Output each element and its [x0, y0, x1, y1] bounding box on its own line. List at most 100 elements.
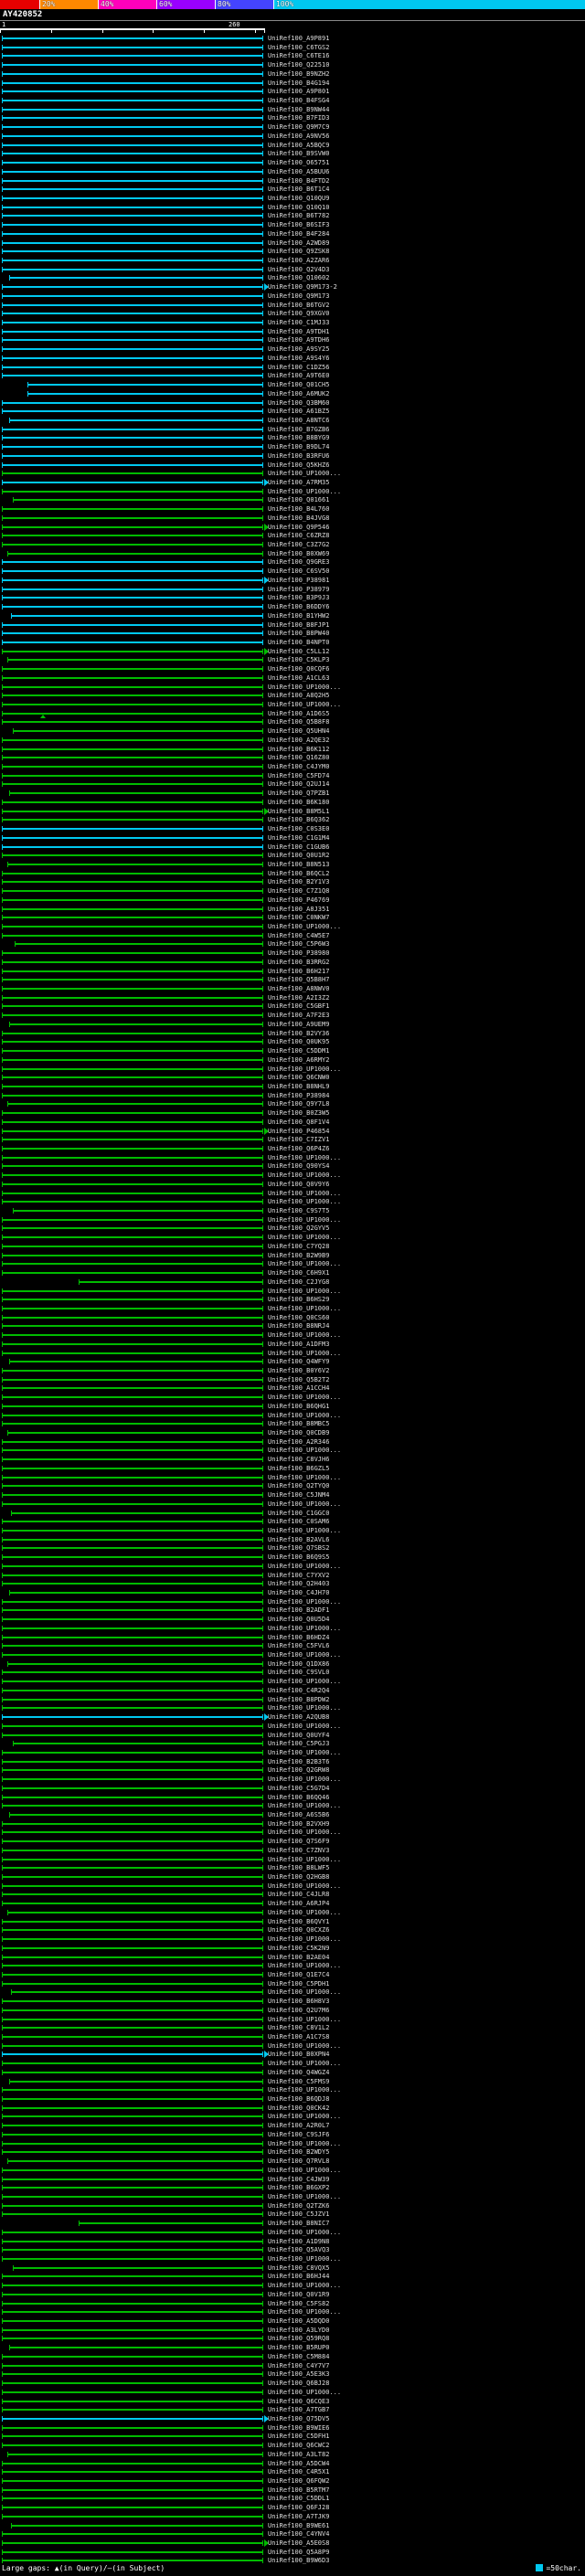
- alignment-row[interactable]: UniRef100_C4JYM0: [0, 762, 585, 771]
- alignment-bar[interactable]: [7, 863, 262, 865]
- hit-label[interactable]: UniRef100_UP1000...: [268, 1393, 341, 1402]
- alignment-bar[interactable]: [2, 881, 262, 884]
- hit-label[interactable]: UniRef100_Q6CWC2: [268, 2441, 329, 2450]
- alignment-row[interactable]: UniRef100_UP1000...: [0, 1801, 585, 1810]
- alignment-bar[interactable]: [2, 1609, 262, 1612]
- alignment-row[interactable]: UniRef100_UP1000...: [0, 2139, 585, 2148]
- alignment-bar[interactable]: [9, 1361, 262, 1363]
- hit-label[interactable]: UniRef100_UP1000...: [268, 2388, 341, 2397]
- alignment-row[interactable]: UniRef100_A7TGB7: [0, 2405, 585, 2414]
- alignment-row[interactable]: UniRef100_B6QVY1: [0, 1917, 585, 1926]
- alignment-bar[interactable]: [2, 516, 262, 519]
- alignment-row[interactable]: UniRef100_Q0UYF4: [0, 1731, 585, 1740]
- alignment-row[interactable]: UniRef100_C4Y7V7: [0, 2361, 585, 2370]
- hit-label[interactable]: UniRef100_UP1000...: [268, 1801, 341, 1810]
- hit-label[interactable]: UniRef100_P38979: [268, 585, 329, 594]
- hit-label[interactable]: UniRef100_UP1000...: [268, 2166, 341, 2175]
- alignment-row[interactable]: UniRef100_UP1000...: [0, 2015, 585, 2024]
- alignment-row[interactable]: UniRef100_UP1000...: [0, 2059, 585, 2068]
- hit-label[interactable]: UniRef100_C2JYG8: [268, 1277, 329, 1287]
- alignment-row[interactable]: UniRef100_Q8F1V4: [0, 1118, 585, 1127]
- alignment-row[interactable]: UniRef100_A2I3Z2: [0, 993, 585, 1002]
- hit-label[interactable]: UniRef100_C9SJF6: [268, 2130, 329, 2139]
- hit-label[interactable]: UniRef100_C5DDL1: [268, 2494, 329, 2503]
- alignment-row[interactable]: UniRef100_C4JW39: [0, 2175, 585, 2184]
- hit-label[interactable]: UniRef100_A5E3K3: [268, 2369, 329, 2379]
- hit-label[interactable]: UniRef100_Q5B8H7: [268, 975, 329, 984]
- alignment-bar[interactable]: [2, 2204, 262, 2207]
- alignment-row[interactable]: UniRef100_B8NRJ4: [0, 1321, 585, 1330]
- alignment-row[interactable]: UniRef100_C4R5X1: [0, 2467, 585, 2476]
- alignment-bar[interactable]: [2, 1698, 262, 1701]
- alignment-bar[interactable]: [2, 1334, 262, 1337]
- hit-label[interactable]: UniRef100_C5FVL6: [268, 1641, 329, 1650]
- hit-label[interactable]: UniRef100_C6H9X1: [268, 1268, 329, 1277]
- alignment-bar[interactable]: [2, 1822, 262, 1825]
- alignment-bar[interactable]: [7, 2160, 262, 2163]
- hit-label[interactable]: UniRef100_Q5A8P9: [268, 2548, 329, 2557]
- alignment-row[interactable]: UniRef100_Q5KHZ6: [0, 461, 585, 470]
- alignment-row[interactable]: UniRef100_B8FJP1: [0, 620, 585, 630]
- alignment-bar[interactable]: [2, 1564, 262, 1567]
- hit-label[interactable]: UniRef100_A9TDH6: [268, 335, 329, 345]
- alignment-row[interactable]: UniRef100_A9UEM9: [0, 1020, 585, 1029]
- alignment-bar[interactable]: [2, 1680, 262, 1683]
- alignment-row[interactable]: UniRef100_Q2TZK6: [0, 2201, 585, 2210]
- alignment-row[interactable]: UniRef100_UP1000...: [0, 683, 585, 692]
- alignment-bar[interactable]: [2, 2178, 262, 2180]
- alignment-row[interactable]: UniRef100_UP1000...: [0, 1473, 585, 1482]
- alignment-bar[interactable]: [2, 570, 262, 573]
- alignment-row[interactable]: UniRef100_UP1000...: [0, 469, 585, 478]
- alignment-row[interactable]: UniRef100_Q5AVQ3: [0, 2245, 585, 2254]
- alignment-row[interactable]: UniRef100_C5FVL6: [0, 1641, 585, 1650]
- alignment-bar[interactable]: [2, 2044, 262, 2047]
- alignment-row[interactable]: UniRef100_B6QQ46: [0, 1793, 585, 1802]
- alignment-bar[interactable]: [13, 1743, 262, 1745]
- hit-label[interactable]: UniRef100_B7FID3: [268, 113, 329, 122]
- alignment-bar[interactable]: [2, 482, 262, 483]
- alignment-bar[interactable]: [2, 561, 262, 564]
- alignment-row[interactable]: UniRef100_A7RM35: [0, 478, 585, 487]
- hit-label[interactable]: UniRef100_Q7PZB1: [268, 789, 329, 798]
- alignment-bar[interactable]: [2, 1778, 262, 1781]
- alignment-row[interactable]: UniRef100_B8PDW2: [0, 1695, 585, 1704]
- hit-label[interactable]: UniRef100_Q9GRE3: [268, 557, 329, 567]
- hit-label[interactable]: UniRef100_B6QHG1: [268, 1402, 329, 1411]
- hit-label[interactable]: UniRef100_B6H217: [268, 967, 329, 976]
- hit-label[interactable]: UniRef100_UP1000...: [268, 1446, 341, 1455]
- hit-label[interactable]: UniRef100_B6GZL5: [268, 1464, 329, 1473]
- hit-label[interactable]: UniRef100_A2QUB8: [268, 1712, 329, 1722]
- alignment-row[interactable]: UniRef100_B1YHW2: [0, 611, 585, 620]
- alignment-bar[interactable]: [2, 1502, 262, 1505]
- alignment-bar[interactable]: [7, 659, 262, 662]
- alignment-bar[interactable]: [2, 641, 262, 643]
- alignment-bar[interactable]: [2, 232, 262, 235]
- hit-label[interactable]: UniRef100_C4R2Q4: [268, 1686, 329, 1695]
- hit-label[interactable]: UniRef100_C0NKW7: [268, 913, 329, 922]
- hit-label[interactable]: UniRef100_C0S3E0: [268, 824, 329, 833]
- alignment-bar[interactable]: [2, 1263, 262, 1266]
- hit-label[interactable]: UniRef100_Q5UHN4: [268, 726, 329, 736]
- alignment-bar[interactable]: [2, 1786, 262, 1789]
- hit-label[interactable]: UniRef100_P38984: [268, 1091, 329, 1100]
- hit-label[interactable]: UniRef100_C4YNV4: [268, 2529, 329, 2539]
- hit-label[interactable]: UniRef100_UP1000...: [268, 1304, 341, 1313]
- alignment-row[interactable]: UniRef100_Q5B8F8: [0, 717, 585, 726]
- alignment-bar[interactable]: [2, 322, 262, 324]
- alignment-row[interactable]: UniRef100_C4JLR8: [0, 1890, 585, 1899]
- alignment-bar[interactable]: [2, 650, 262, 652]
- alignment-bar[interactable]: [2, 1538, 262, 1541]
- alignment-row[interactable]: UniRef100_Q6CNW0: [0, 1073, 585, 1082]
- alignment-row[interactable]: UniRef100_B6TGV2: [0, 301, 585, 310]
- alignment-bar[interactable]: [2, 2515, 262, 2518]
- alignment-bar[interactable]: [2, 472, 262, 475]
- hit-label[interactable]: UniRef100_Q9M7C9: [268, 122, 329, 132]
- alignment-bar[interactable]: [2, 1342, 262, 1345]
- alignment-row[interactable]: UniRef100_B9WE61: [0, 2521, 585, 2530]
- hit-label[interactable]: UniRef100_UP1000...: [268, 1855, 341, 1864]
- alignment-row[interactable]: UniRef100_UP1000...: [0, 1828, 585, 1837]
- alignment-row[interactable]: UniRef100_C1GUB6: [0, 843, 585, 852]
- alignment-row[interactable]: UniRef100_UP1000...: [0, 2166, 585, 2175]
- alignment-bar[interactable]: [13, 730, 262, 733]
- alignment-row[interactable]: UniRef100_C7YXV2: [0, 1571, 585, 1580]
